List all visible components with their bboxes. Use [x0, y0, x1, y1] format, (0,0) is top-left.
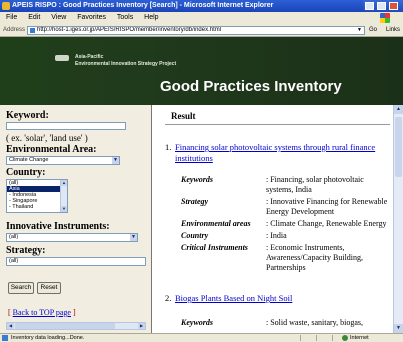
scroll-up-icon[interactable]: ▲	[394, 105, 403, 114]
field-value: : India	[266, 231, 287, 240]
environmental-area-label: Environmental Area:	[6, 144, 97, 155]
menu-view[interactable]: View	[51, 14, 66, 21]
window-title: APEIS RISPO : Good Practices Inventory […	[12, 2, 274, 9]
back-to-top-link[interactable]: Back to TOP page	[13, 308, 71, 317]
field-label: Keywords	[181, 175, 213, 184]
divider	[165, 124, 390, 125]
field-label: Country	[181, 231, 209, 240]
organization-name-line2: Environmental Innovation Strategy Projec…	[75, 61, 177, 67]
status-divider	[300, 335, 301, 341]
organization-name-line1: Asia-Pacific	[75, 54, 104, 60]
scroll-right-icon[interactable]: ▶	[138, 323, 145, 329]
field-label: Keywords	[181, 318, 213, 327]
strategy-value: (all)	[9, 258, 19, 264]
strategy-label: Strategy:	[6, 245, 46, 256]
scroll-left-icon[interactable]: ◀	[7, 323, 14, 329]
country-option[interactable]: - Thailand	[7, 204, 67, 210]
back-to-top-link-wrap: [ Back to TOP page ]	[8, 308, 76, 317]
field-value: : Solid waste, sanitary, biogas,	[266, 318, 364, 327]
field-label: Strategy	[181, 197, 209, 206]
organization-logo	[55, 55, 69, 61]
innovative-instruments-value: (all)	[9, 234, 19, 240]
left-horizontal-scrollbar[interactable]: ◀ ▶	[6, 322, 146, 330]
field-value: : Innovative Financing for Renewable Ene…	[266, 197, 388, 216]
menu-edit[interactable]: Edit	[28, 14, 40, 21]
environmental-area-select[interactable]: Climate Change ▼	[6, 156, 120, 165]
site-title: Good Practices Inventory	[160, 78, 342, 95]
result-number: 2.	[165, 293, 172, 303]
menu-tools[interactable]: Tools	[117, 14, 133, 21]
results-heading: Result	[171, 111, 196, 121]
bracket-open: [	[8, 308, 11, 317]
result-title-link[interactable]: Biogas Plants Based on Night Soil	[175, 293, 385, 304]
address-bar: Address http://host-1.iges.or.jp/APEIS/R…	[0, 24, 403, 37]
innovative-instruments-select[interactable]: (all) ▼	[6, 233, 138, 242]
results-panel: Result 1. Financing solar photovoltaic s…	[153, 105, 403, 333]
scroll-thumb[interactable]	[15, 323, 115, 329]
menu-favorites[interactable]: Favorites	[77, 14, 106, 21]
scroll-up-icon[interactable]: ▲	[61, 180, 67, 186]
keyword-label: Keyword:	[6, 110, 49, 121]
page-loading-icon	[2, 335, 8, 341]
links-button[interactable]: Links	[386, 24, 400, 36]
country-label: Country:	[6, 167, 46, 178]
results-vertical-scrollbar[interactable]: ▲ ▼	[393, 105, 403, 333]
maximize-button[interactable]	[377, 2, 386, 10]
keyword-input[interactable]	[6, 122, 126, 130]
scroll-down-icon[interactable]: ▼	[394, 324, 403, 333]
field-value: : Economic Instruments, Awareness/Capaci…	[266, 243, 364, 272]
country-scrollbar[interactable]: ▲ ▼	[60, 180, 67, 212]
close-button[interactable]	[389, 2, 398, 10]
internet-zone-icon	[342, 335, 348, 341]
strategy-select[interactable]: (all)	[6, 257, 146, 266]
innovative-instruments-label: Innovative Instruments:	[6, 221, 110, 232]
chevron-down-icon[interactable]: ▼	[112, 157, 119, 164]
menu-file[interactable]: File	[6, 14, 17, 21]
go-button[interactable]: Go	[369, 24, 377, 36]
window-title-bar: APEIS RISPO : Good Practices Inventory […	[0, 0, 403, 12]
scroll-thumb[interactable]	[395, 117, 402, 177]
search-button[interactable]: Search	[8, 282, 34, 294]
menu-help[interactable]: Help	[144, 14, 158, 21]
result-number: 1.	[165, 142, 172, 152]
window-controls	[363, 0, 403, 12]
status-text: Inventory data loading...Done.	[11, 335, 85, 341]
field-value: : Climate Change, Renewable Energy	[266, 219, 387, 228]
menu-bar: File Edit View Favorites Tools Help	[0, 12, 403, 24]
status-divider	[316, 335, 317, 341]
bracket-close: ]	[72, 308, 76, 317]
status-bar: Inventory data loading...Done. Internet	[0, 333, 403, 342]
address-url: http://host-1.iges.or.jp/APEIS/RISPO/mem…	[37, 27, 222, 33]
ie-icon	[2, 2, 10, 10]
windows-logo-icon	[380, 13, 390, 23]
page-icon	[30, 28, 35, 33]
status-divider	[332, 335, 333, 341]
result-title-link[interactable]: Financing solar photovoltaic systems thr…	[175, 142, 385, 164]
minimize-button[interactable]	[365, 2, 374, 10]
page-header-banner: Asia-Pacific Environmental Innovation St…	[0, 37, 403, 105]
country-listbox[interactable]: (all) Asia - Indonesia - Singapore - Tha…	[6, 179, 68, 213]
keyword-hint: ( ex. 'solar', 'land use' )	[6, 133, 88, 143]
field-label: Environmental areas	[181, 219, 251, 228]
field-value: : Financing, solar photovoltaic systems,…	[266, 175, 364, 194]
address-input[interactable]: http://host-1.iges.or.jp/APEIS/RISPO/mem…	[27, 26, 365, 35]
search-panel: Keyword: ( ex. 'solar', 'land use' ) Env…	[0, 105, 152, 333]
chevron-down-icon[interactable]: ▼	[130, 234, 137, 241]
reset-button[interactable]: Reset	[37, 282, 61, 294]
address-label: Address	[3, 27, 26, 33]
security-zone-label: Internet	[350, 335, 369, 341]
chevron-down-icon[interactable]: ▼	[357, 28, 363, 33]
environmental-area-value: Climate Change	[9, 157, 49, 163]
scroll-down-icon[interactable]: ▼	[61, 206, 67, 212]
field-label: Critical Instruments	[181, 243, 248, 252]
